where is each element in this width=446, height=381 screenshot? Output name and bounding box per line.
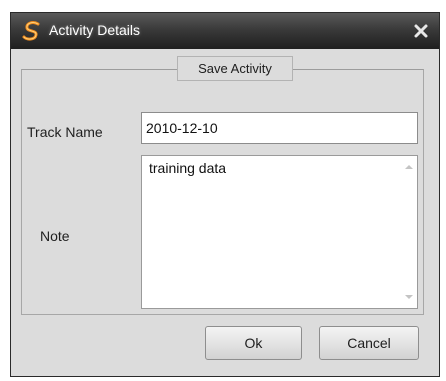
window-title: Activity Details bbox=[49, 22, 141, 38]
track-name-input[interactable] bbox=[141, 112, 418, 144]
activity-details-dialog: Activity Details Save Activity Track Nam… bbox=[10, 12, 440, 377]
group-title: Save Activity bbox=[177, 56, 293, 81]
ok-button[interactable]: Ok bbox=[205, 326, 302, 360]
note-text: training data bbox=[149, 160, 227, 176]
note-scrollbar[interactable] bbox=[401, 157, 416, 307]
titlebar[interactable]: Activity Details bbox=[11, 13, 439, 49]
scroll-up-icon[interactable] bbox=[404, 163, 414, 171]
cancel-button[interactable]: Cancel bbox=[319, 326, 419, 360]
close-icon[interactable] bbox=[411, 21, 431, 41]
note-label: Note bbox=[40, 228, 70, 244]
note-textarea[interactable]: training data bbox=[141, 155, 418, 309]
scroll-down-icon[interactable] bbox=[404, 293, 414, 301]
track-name-label: Track Name bbox=[27, 124, 103, 140]
s-logo-icon bbox=[22, 21, 40, 41]
